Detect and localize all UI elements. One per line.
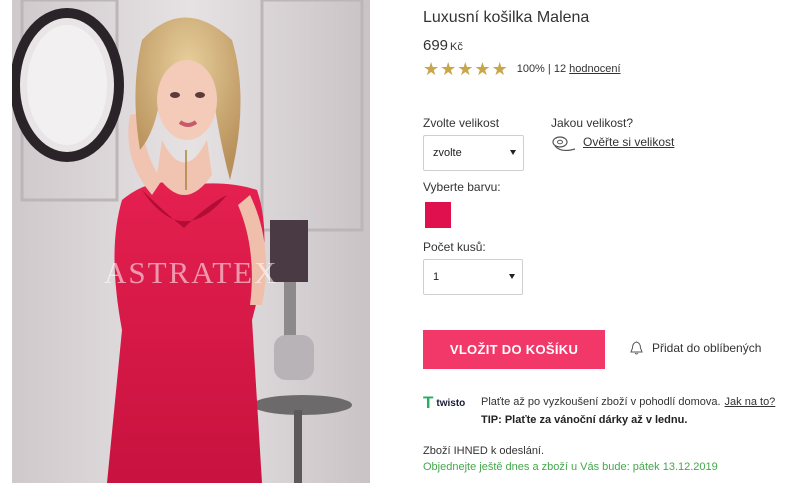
measuring-tape-icon bbox=[552, 136, 576, 152]
rating-percent: 100% bbox=[516, 63, 545, 75]
star-icon: ★ bbox=[491, 59, 508, 79]
quantity-label: Počet kusů: bbox=[423, 240, 486, 254]
quantity-select-value: 1 bbox=[433, 271, 440, 283]
rating-stars: ★ ★ ★ ★ ★ bbox=[423, 60, 508, 78]
rating-summary: 100% | 12 hodnocení bbox=[517, 63, 621, 75]
size-label: Zvolte velikost bbox=[423, 116, 500, 130]
star-icon: ★ bbox=[474, 59, 491, 79]
reviews-link[interactable]: hodnocení bbox=[569, 63, 620, 75]
twisto-how-link[interactable]: Jak na to? bbox=[725, 396, 776, 408]
chevron-down-icon bbox=[509, 274, 515, 279]
watermark: ASTRATEX bbox=[104, 255, 279, 290]
color-label: Vyberte barvu: bbox=[423, 180, 501, 194]
favorites-label: Přidat do oblíbených bbox=[652, 341, 762, 355]
stock-status: Zboží IHNED k odeslání. bbox=[423, 445, 545, 457]
size-select-value: zvolte bbox=[433, 147, 462, 159]
size-help-label: Jakou velikost? bbox=[551, 116, 634, 130]
add-to-favorites-button[interactable]: Přidat do oblíbených bbox=[630, 341, 761, 355]
twisto-t-icon: T bbox=[423, 393, 434, 412]
price-value: 699 bbox=[423, 37, 449, 54]
quantity-select[interactable]: 1 bbox=[423, 259, 523, 295]
chevron-down-icon bbox=[510, 150, 516, 155]
star-icon: ★ bbox=[440, 59, 457, 79]
delivery-estimate: Objednejte ještě dnes a zboží u Vás bude… bbox=[423, 461, 718, 473]
product-title: Luxusní košilka Malena bbox=[423, 9, 590, 26]
product-price: 699 Kč bbox=[423, 37, 463, 54]
twisto-logo: T twisto bbox=[423, 393, 466, 412]
twisto-brand: twisto bbox=[436, 397, 466, 409]
bell-icon bbox=[630, 341, 643, 355]
star-icon: ★ bbox=[423, 59, 440, 79]
product-photo: ASTRATEX bbox=[12, 0, 370, 483]
size-select[interactable]: zvolte bbox=[423, 135, 524, 171]
add-to-cart-button[interactable]: VLOŽIT DO KOŠÍKU bbox=[423, 330, 605, 369]
twisto-info: Plaťte až po vyzkoušení zboží v pohodlí … bbox=[481, 396, 775, 408]
twisto-tip: TIP: Plaťte za vánoční dárky až v lednu. bbox=[481, 414, 688, 426]
size-guide-link[interactable]: Ověřte si velikost bbox=[583, 135, 674, 149]
color-swatch-pink[interactable] bbox=[425, 202, 451, 228]
twisto-text: Plaťte až po vyzkoušení zboží v pohodlí … bbox=[481, 396, 721, 408]
rating-count: 12 bbox=[553, 63, 567, 75]
rating: ★ ★ ★ ★ ★ 100% | 12 hodnocení bbox=[423, 60, 621, 78]
rating-separator: | bbox=[547, 63, 551, 75]
price-currency: Kč bbox=[450, 41, 463, 53]
star-icon: ★ bbox=[457, 59, 474, 79]
